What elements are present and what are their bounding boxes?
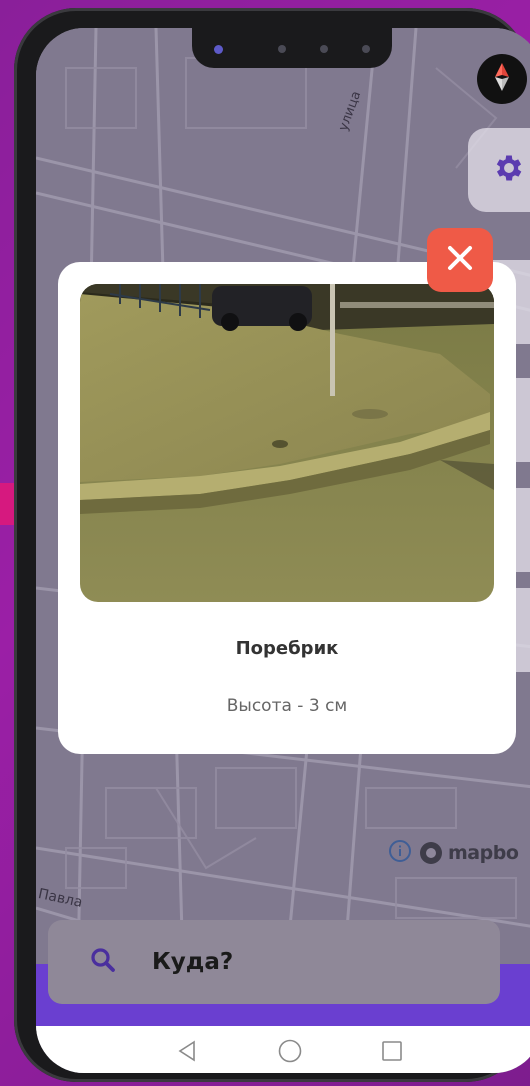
phone-notch [192, 28, 392, 68]
mapbox-logo-icon [418, 840, 444, 866]
mapbox-logo-text: mapbo [448, 842, 519, 864]
back-icon[interactable] [175, 1039, 199, 1063]
sensor-dot [320, 45, 328, 53]
settings-button[interactable] [468, 128, 530, 212]
recent-apps-icon[interactable] [381, 1040, 403, 1062]
modal-title: Поребрик [235, 638, 339, 659]
curb-photo [80, 284, 494, 602]
close-button[interactable] [427, 228, 493, 292]
modal-description: Высота - 3 см [226, 696, 348, 716]
home-icon[interactable] [277, 1038, 303, 1064]
compass-icon [491, 62, 513, 96]
android-nav-bar [36, 1026, 530, 1073]
camera-icon [214, 45, 223, 54]
search-icon [88, 945, 118, 979]
close-icon [445, 243, 475, 277]
destination-search[interactable]: Куда? [48, 920, 500, 1004]
phone-screen: улица Павла mapbo Куда? Поребрик Высота … [36, 28, 530, 1073]
sensor-dot [278, 45, 286, 53]
sensor-dot [362, 45, 370, 53]
obstacle-info-modal: Поребрик Высота - 3 см [58, 262, 516, 754]
phone-frame: улица Павла mapbo Куда? Поребрик Высота … [14, 8, 530, 1082]
info-icon[interactable] [388, 839, 412, 867]
search-label: Куда? [152, 949, 234, 975]
map-attribution[interactable]: mapbo [388, 838, 519, 868]
compass-button[interactable] [477, 54, 527, 104]
gear-icon [492, 151, 526, 189]
